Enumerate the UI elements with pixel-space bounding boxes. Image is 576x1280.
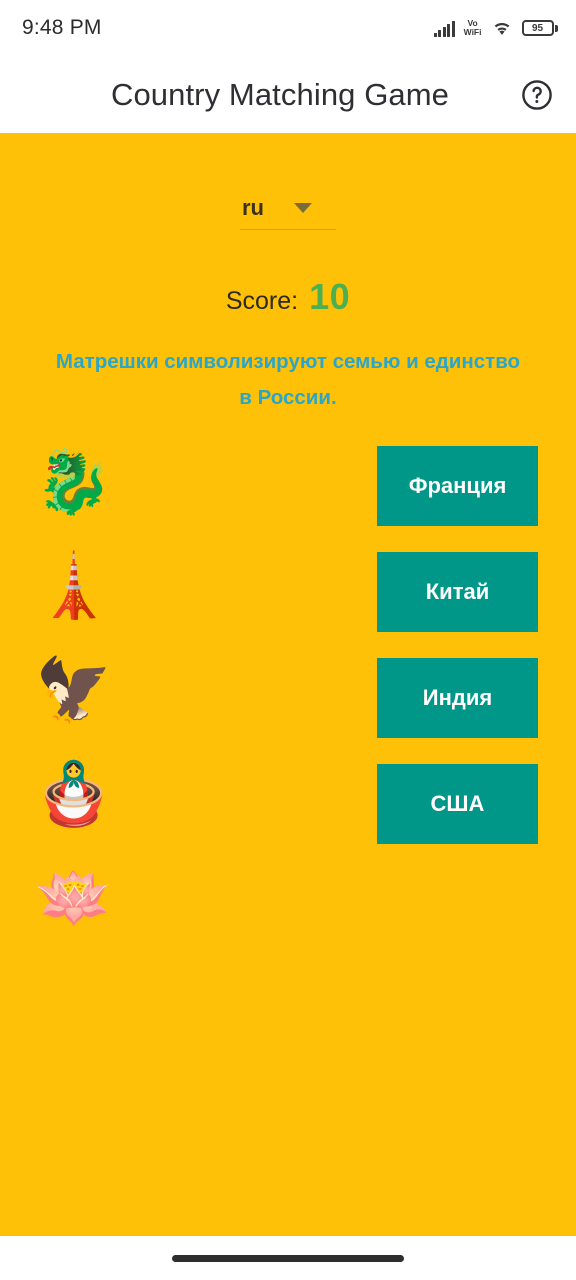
prompt-item-eiffel-tower[interactable]: 🗼 xyxy=(26,546,122,626)
battery-icon: 95 xyxy=(521,20,558,36)
game-area: ru Score: 10 Матрешки символизируют семь… xyxy=(0,133,576,1236)
app-bar: Country Matching Game xyxy=(0,56,576,133)
volte-label-bottom: WiFi xyxy=(463,27,482,37)
prompt-column: 🐉 🗼 🦅 🪆 🪷 xyxy=(26,440,122,938)
score-value: 10 xyxy=(309,276,351,317)
language-row: ru xyxy=(0,133,576,230)
prompt-item-matryoshka[interactable]: 🪆 xyxy=(26,754,122,834)
signal-bars-icon xyxy=(433,20,455,37)
volte-wifi-label: Vo WiFi xyxy=(464,19,482,37)
answer-button-china[interactable]: Китай xyxy=(377,552,538,632)
status-time: 9:48 PM xyxy=(22,16,102,39)
page-title: Country Matching Game xyxy=(110,76,450,112)
play-area: 🐉 🗼 🦅 🪆 🪷 Франция Китай Индия США xyxy=(0,440,576,938)
answer-column: Франция Китай Индия США xyxy=(377,440,538,938)
answer-button-india[interactable]: Индия xyxy=(377,658,538,738)
score-display: Score: 10 xyxy=(0,276,576,318)
answer-button-usa[interactable]: США xyxy=(377,764,538,844)
language-selected-value: ru xyxy=(242,195,264,220)
status-icons: Vo WiFi 95 xyxy=(433,19,558,37)
battery-tip xyxy=(555,24,558,32)
status-bar: 9:48 PM Vo WiFi 95 xyxy=(0,0,576,56)
hint-text: Матрешки символизируют семью и единство … xyxy=(55,350,521,409)
phone-screen: 9:48 PM Vo WiFi 95 Country Matching Game… xyxy=(0,0,576,1280)
system-nav-bar xyxy=(0,1236,576,1280)
battery-level: 95 xyxy=(531,22,544,34)
prompt-item-eagle[interactable]: 🦅 xyxy=(26,650,122,730)
help-button[interactable] xyxy=(514,72,560,118)
language-dropdown[interactable]: ru xyxy=(240,195,336,230)
prompt-item-lotus[interactable]: 🪷 xyxy=(26,858,122,938)
prompt-item-dragon[interactable]: 🐉 xyxy=(26,442,122,522)
gesture-handle[interactable] xyxy=(172,1254,404,1262)
answer-button-france[interactable]: Франция xyxy=(377,446,538,526)
wifi-icon xyxy=(494,22,509,35)
battery-body: 95 xyxy=(521,20,554,36)
help-circle-icon xyxy=(522,79,552,110)
chevron-down-icon xyxy=(294,203,312,213)
score-label: Score: xyxy=(225,287,299,315)
